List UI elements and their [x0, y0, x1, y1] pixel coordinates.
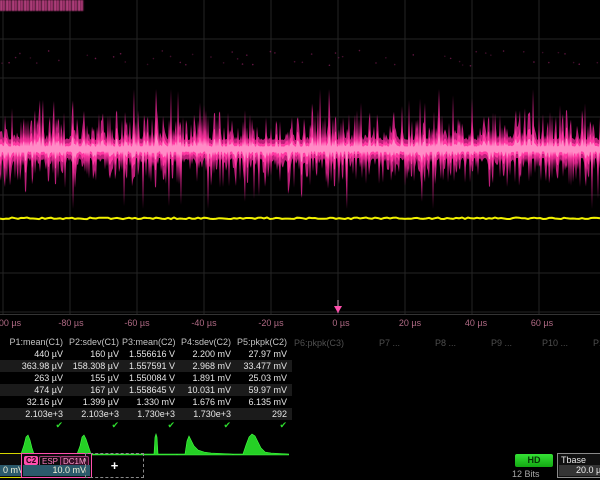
measurement-value: 1.556616 V — [122, 348, 178, 360]
timebase-value: 20.0 µ — [559, 465, 600, 476]
measurement-value: 263 µV — [0, 372, 66, 384]
measurement-value: 292 — [234, 408, 290, 420]
timebase-label: Tbase — [561, 455, 586, 465]
measurement-value: 1.558645 V — [122, 384, 178, 396]
measurement-value: 10.031 mV — [178, 384, 234, 396]
measurement-value: 1.676 mV — [178, 396, 234, 408]
measurement-value-row: 440 µV160 µV1.556616 V2.200 mV27.97 mV — [0, 348, 292, 360]
histicon-p5[interactable] — [233, 432, 289, 457]
measurement-value: 2.200 mV — [178, 348, 234, 360]
measurement-value: 1.730e+3 — [122, 408, 178, 420]
channel-c2-descriptor[interactable]: C2 ESP DC1M 10.0 mV — [21, 453, 92, 478]
measurement-value: 167 µV — [66, 384, 122, 396]
measurement-header-row: P1:mean(C1)P2:sdev(C1)P3:mean(C2)P4:sdev… — [0, 336, 292, 348]
axis-tick-label: -80 µs — [58, 318, 83, 328]
measurement-value: 25.03 mV — [234, 372, 290, 384]
measurement-value: 155 µV — [66, 372, 122, 384]
status-check-icon: ✔ — [122, 420, 178, 431]
axis-tick-label: -40 µs — [191, 318, 216, 328]
param-header[interactable]: P1:mean(C1) — [0, 336, 66, 348]
plus-icon: + — [111, 458, 119, 473]
param-header[interactable]: P2:sdev(C1) — [66, 336, 122, 348]
measurement-value: 1.891 mV — [178, 372, 234, 384]
timebase-descriptor[interactable]: Tbase 20.0 µ — [557, 453, 600, 478]
c2-vertical-scale: 10.0 mV — [23, 465, 90, 476]
histicon-p4[interactable] — [177, 432, 233, 457]
add-trace-button[interactable]: + — [85, 453, 144, 478]
measurement-value: 2.103e+3 — [66, 408, 122, 420]
measurement-status-row: ✔✔✔✔✔ — [0, 420, 292, 431]
measurement-value-row: 363.98 µV158.308 µV1.557591 V2.968 mV33.… — [0, 360, 292, 372]
param-header-unused[interactable]: P8 ... — [424, 337, 456, 349]
measurement-value-row: 263 µV155 µV1.550084 V1.891 mV25.03 mV — [0, 372, 292, 384]
measurement-value: 440 µV — [0, 348, 66, 360]
hd-bits-label: 12 Bits — [512, 469, 540, 479]
measurement-value: 160 µV — [66, 348, 122, 360]
measurement-value: 27.97 mV — [234, 348, 290, 360]
status-check-icon: ✔ — [0, 420, 66, 431]
param-header[interactable]: P4:sdev(C2) — [178, 336, 234, 348]
measurement-value-row: 32.16 µV1.399 µV1.330 mV1.676 mV6.135 mV — [0, 396, 292, 408]
param-header[interactable]: P5:pkpk(C2) — [234, 336, 290, 348]
measurement-value: 1.399 µV — [66, 396, 122, 408]
measurement-value: 474 µV — [0, 384, 66, 396]
measurement-table: P1:mean(C1)P2:sdev(C1)P3:mean(C2)P4:sdev… — [0, 336, 292, 431]
measurement-value: 6.135 mV — [234, 396, 290, 408]
axis-tick-label: -20 µs — [258, 318, 283, 328]
axis-tick-label: 60 µs — [531, 318, 553, 328]
measurement-value: 363.98 µV — [0, 360, 66, 372]
axis-tick-label: -60 µs — [124, 318, 149, 328]
unreadable-pink-label-fragment — [0, 0, 84, 11]
oscilloscope-screen: 00 µs -80 µs -60 µs -40 µs -20 µs 0 µs 20 µs 40… — [0, 0, 600, 480]
graticule-and-traces — [0, 0, 600, 336]
measurement-value: 158.308 µV — [66, 360, 122, 372]
c2-label-badge: C2 — [24, 456, 38, 465]
measurement-value: 2.103e+3 — [0, 408, 66, 420]
param-header-unused[interactable]: P6:pkpk(C3) — [288, 337, 344, 349]
status-check-icon: ✔ — [66, 420, 122, 431]
measurement-value: 1.330 mV — [122, 396, 178, 408]
param-header-unused[interactable]: P7 ... — [368, 337, 400, 349]
axis-tick-label: 40 µs — [465, 318, 487, 328]
measurement-value-row: 474 µV167 µV1.558645 V10.031 mV59.97 mV — [0, 384, 292, 396]
measurement-value: 1.550084 V — [122, 372, 178, 384]
measurement-value: 1.730e+3 — [178, 408, 234, 420]
param-header-unused[interactable]: P10 ... — [532, 337, 568, 349]
axis-tick-label: 20 µs — [399, 318, 421, 328]
measurement-value: 59.97 mV — [234, 384, 290, 396]
measurement-value: 33.477 mV — [234, 360, 290, 372]
measurement-value: 2.968 mV — [178, 360, 234, 372]
hd-mode-badge[interactable]: HD — [515, 454, 553, 467]
param-header[interactable]: P3:mean(C2) — [122, 336, 178, 348]
axis-tick-label: 0 µs — [332, 318, 349, 328]
measurement-value: 32.16 µV — [0, 396, 66, 408]
measurement-value: 1.557591 V — [122, 360, 178, 372]
measurement-value-row: 2.103e+32.103e+31.730e+31.730e+3292 — [0, 408, 292, 420]
param-header-unused[interactable]: P1 — [590, 337, 600, 349]
param-header-unused[interactable]: P9 ... — [480, 337, 512, 349]
status-check-icon: ✔ — [178, 420, 234, 431]
axis-tick-label: 00 µs — [0, 318, 21, 328]
status-check-icon: ✔ — [234, 420, 290, 431]
